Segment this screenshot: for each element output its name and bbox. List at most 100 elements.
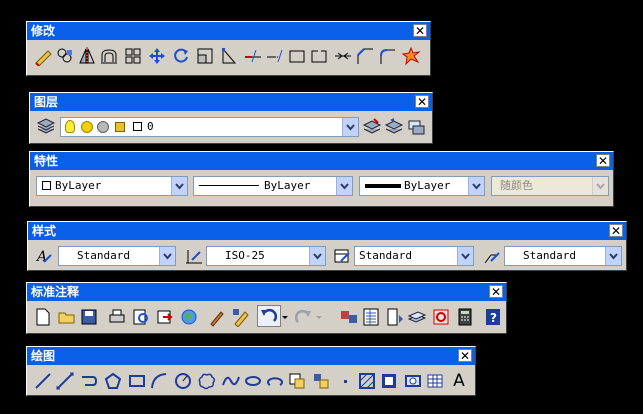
arc-icon[interactable] <box>149 371 169 391</box>
multileader-style-icon[interactable] <box>482 246 502 266</box>
break-icon[interactable] <box>309 46 329 66</box>
stretch-icon[interactable] <box>219 46 239 66</box>
spline-icon[interactable] <box>221 371 241 391</box>
fillet-icon[interactable] <box>377 46 397 66</box>
dimension-style-dropdown[interactable]: ISO-25 <box>206 246 326 266</box>
point-icon[interactable] <box>335 371 355 391</box>
help-icon[interactable]: ? <box>483 307 503 327</box>
layer-previous-icon[interactable] <box>384 117 404 137</box>
table-style-icon[interactable] <box>332 246 352 266</box>
offset-icon[interactable] <box>99 46 119 66</box>
chevron-down-icon[interactable] <box>171 177 187 195</box>
erase-icon[interactable] <box>33 46 53 66</box>
revision-cloud-icon[interactable] <box>197 371 217 391</box>
make-block-icon[interactable] <box>311 371 331 391</box>
multileader-style-dropdown[interactable]: Standard <box>504 246 622 266</box>
close-icon[interactable]: ✕ <box>415 95 429 108</box>
close-icon[interactable]: ✕ <box>458 349 472 362</box>
layer-dropdown[interactable]: 0 <box>60 117 359 137</box>
scale-icon[interactable] <box>195 46 215 66</box>
break-at-point-icon[interactable] <box>287 46 307 66</box>
undo-dropdown-icon[interactable] <box>281 307 289 327</box>
plotstyle-value: 随颜色 <box>500 179 533 192</box>
table-style-dropdown[interactable]: Standard <box>354 246 474 266</box>
markup-set-manager-icon[interactable] <box>431 307 451 327</box>
make-current-layer-icon[interactable] <box>362 117 382 137</box>
text-style-icon[interactable]: A <box>34 246 54 266</box>
chevron-down-icon <box>592 177 608 195</box>
chamfer-icon[interactable] <box>355 46 375 66</box>
layer-color-swatch <box>133 122 142 131</box>
mirror-icon[interactable] <box>77 46 97 66</box>
close-icon[interactable]: ✕ <box>489 285 503 298</box>
ellipse-arc-icon[interactable] <box>265 371 285 391</box>
circle-icon[interactable] <box>173 371 193 391</box>
publish-web-icon[interactable] <box>179 307 199 327</box>
color-dropdown[interactable]: ByLayer <box>36 176 188 196</box>
styles-toolbar-title[interactable]: 样式 ✕ <box>28 222 626 240</box>
standard-annotation-toolbar-title[interactable]: 标准注释 ✕ <box>27 283 506 301</box>
layers-toolbar-title[interactable]: 图层 ✕ <box>30 93 432 111</box>
linetype-dropdown[interactable]: ByLayer <box>193 176 353 196</box>
explode-icon[interactable] <box>401 46 421 66</box>
text-style-dropdown[interactable]: Standard <box>58 246 176 266</box>
lineweight-dropdown[interactable]: ByLayer <box>359 176 485 196</box>
new-file-icon[interactable] <box>33 307 53 327</box>
ellipse-icon[interactable] <box>243 371 263 391</box>
chevron-down-icon[interactable] <box>468 177 484 195</box>
undo-icon[interactable] <box>259 306 279 326</box>
quickcalc-icon[interactable] <box>455 307 475 327</box>
properties-palette-icon[interactable] <box>361 307 381 327</box>
save-icon[interactable] <box>79 307 99 327</box>
layer-manager-icon[interactable] <box>36 117 56 137</box>
draw-toolbar-title[interactable]: 绘图 ✕ <box>27 347 475 365</box>
close-icon[interactable]: ✕ <box>609 224 623 237</box>
construction-line-icon[interactable] <box>55 371 75 391</box>
chevron-down-icon[interactable] <box>342 118 358 136</box>
styles-toolbar: 样式 ✕ A Standard ISO-25 Standard Standard <box>27 221 627 271</box>
sheet-set-manager-icon[interactable] <box>407 307 427 327</box>
join-icon[interactable] <box>333 46 353 66</box>
insert-block-icon[interactable] <box>287 371 307 391</box>
copy-object-icon[interactable] <box>55 46 75 66</box>
table-icon[interactable] <box>425 371 445 391</box>
publish-icon[interactable] <box>155 307 175 327</box>
match-properties-icon[interactable] <box>207 307 227 327</box>
block-editor-icon[interactable] <box>231 307 251 327</box>
properties-toolbar-title[interactable]: 特性 ✕ <box>30 152 613 170</box>
chevron-down-icon[interactable] <box>457 247 473 265</box>
region-icon[interactable] <box>403 371 423 391</box>
close-icon[interactable]: ✕ <box>596 154 610 167</box>
array-icon[interactable] <box>123 46 143 66</box>
modify-toolbar-title[interactable]: 修改 ✕ <box>27 22 430 40</box>
chevron-down-icon[interactable] <box>309 247 325 265</box>
tool-palettes-icon[interactable] <box>385 307 405 327</box>
properties-title-text: 特性 <box>34 154 59 168</box>
chevron-down-icon[interactable] <box>605 247 621 265</box>
chevron-down-icon[interactable] <box>336 177 352 195</box>
rectangle-icon[interactable] <box>127 371 147 391</box>
plotstyle-dropdown: 随颜色 <box>491 176 609 196</box>
polygon-icon[interactable] <box>103 371 123 391</box>
hatch-icon[interactable] <box>357 371 377 391</box>
trim-icon[interactable] <box>243 46 263 66</box>
color-value: ByLayer <box>55 179 102 192</box>
rotate-icon[interactable] <box>171 46 191 66</box>
move-icon[interactable] <box>147 46 167 66</box>
open-file-icon[interactable] <box>57 307 77 327</box>
undo-split-button[interactable] <box>257 305 281 327</box>
extend-icon[interactable] <box>265 46 285 66</box>
close-icon[interactable]: ✕ <box>413 24 427 37</box>
chevron-down-icon[interactable] <box>159 247 175 265</box>
print-icon[interactable] <box>107 307 127 327</box>
multiline-text-icon[interactable]: A <box>449 371 469 391</box>
layer-states-icon[interactable] <box>406 117 426 137</box>
print-preview-icon[interactable] <box>131 307 151 327</box>
polyline-icon[interactable] <box>79 371 99 391</box>
layers-toolbar: 图层 ✕ 0 <box>29 92 433 144</box>
design-center-icon[interactable] <box>339 307 359 327</box>
redo-icon[interactable] <box>293 307 313 327</box>
line-icon[interactable] <box>33 371 53 391</box>
gradient-icon[interactable] <box>379 371 399 391</box>
dimension-style-icon[interactable] <box>184 246 204 266</box>
